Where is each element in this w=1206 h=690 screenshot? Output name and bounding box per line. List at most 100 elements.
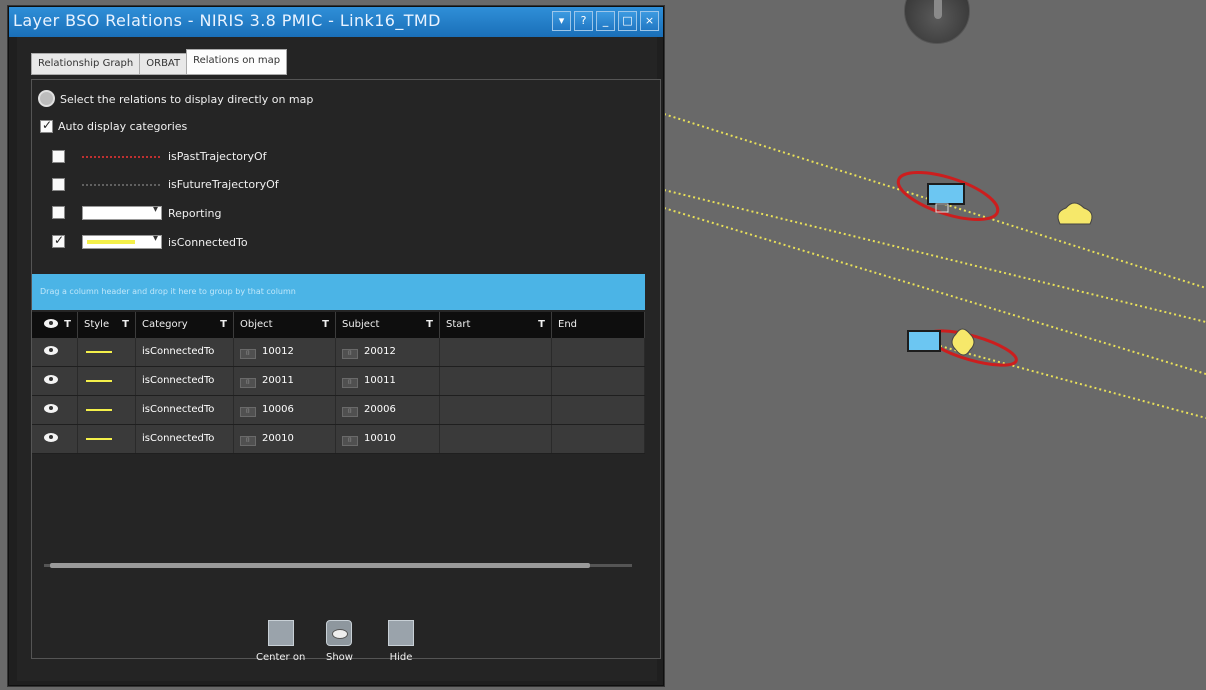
row-category-cell: isConnectedTo xyxy=(136,367,234,395)
select-relations-radio[interactable] xyxy=(38,90,55,107)
yellow-line-icon xyxy=(86,351,112,353)
row-object-value: 10006 xyxy=(262,404,294,415)
row-visibility-toggle[interactable] xyxy=(32,338,78,366)
column-visibility[interactable]: T xyxy=(32,312,78,338)
dotted-red-line-icon xyxy=(82,156,162,158)
window-controls: ▾ ? _ □ × xyxy=(552,11,659,31)
row-subject-cell: ⌷ 20006 xyxy=(336,396,440,424)
row-object-value: 20011 xyxy=(262,375,294,386)
style-dropdown-reporting[interactable] xyxy=(82,204,162,220)
action-bar: Center on Show Hide xyxy=(32,620,662,680)
table-row[interactable]: isConnectedTo ⌷ 10006 ⌷ 20006 xyxy=(32,396,645,425)
group-by-drop-zone[interactable]: Drag a column header and drop it here to… xyxy=(32,274,645,310)
filter-icon[interactable]: T xyxy=(322,312,329,338)
table-row[interactable]: isConnectedTo ⌷ 10012 ⌷ 20012 xyxy=(32,338,645,367)
category-checkbox-is-connected-to[interactable] xyxy=(52,233,65,248)
row-subject-cell: ⌷ 10011 xyxy=(336,367,440,395)
row-object-value: 10012 xyxy=(262,346,294,357)
dotted-grey-line-icon xyxy=(82,184,162,186)
category-label-future-trajectory: isFutureTrajectoryOf xyxy=(168,178,279,191)
unit-id-icon: ⌷ xyxy=(240,349,256,359)
row-subject-cell: ⌷ 10010 xyxy=(336,425,440,453)
screen: Layer BSO Relations - NIRIS 3.8 PMIC - L… xyxy=(0,0,1206,690)
unit-id-icon: ⌷ xyxy=(342,436,358,446)
relations-window: Layer BSO Relations - NIRIS 3.8 PMIC - L… xyxy=(8,6,664,686)
unknown-unit-marker-1[interactable] xyxy=(1057,202,1093,225)
row-start-cell xyxy=(440,338,552,366)
unit-id-icon: ⌷ xyxy=(342,407,358,417)
unit-id-icon: ⌷ xyxy=(240,407,256,417)
row-start-cell xyxy=(440,396,552,424)
row-visibility-toggle[interactable] xyxy=(32,396,78,424)
tab-strip: Relationship Graph ORBAT Relations on ma… xyxy=(31,49,288,75)
column-end-label: End xyxy=(558,319,578,330)
hide-label: Hide xyxy=(389,652,413,663)
row-category-cell: isConnectedTo xyxy=(136,338,234,366)
friendly-unit-marker-2[interactable] xyxy=(907,330,941,352)
filter-icon[interactable]: T xyxy=(122,312,129,338)
row-style-cell xyxy=(78,338,136,366)
category-label-reporting: Reporting xyxy=(168,207,222,220)
horizontal-scrollbar[interactable] xyxy=(36,560,640,570)
column-object[interactable]: Object T xyxy=(234,312,336,338)
eye-icon xyxy=(44,319,58,328)
tab-orbat[interactable]: ORBAT xyxy=(139,53,187,75)
column-subject-label: Subject xyxy=(342,319,380,330)
auto-display-label: Auto display categories xyxy=(58,120,188,133)
filter-icon[interactable]: T xyxy=(220,312,227,338)
row-object-cell: ⌷ 10006 xyxy=(234,396,336,424)
select-relations-label: Select the relations to display directly… xyxy=(60,93,314,106)
yellow-line-icon xyxy=(86,380,112,382)
center-on-button[interactable]: Center on xyxy=(256,620,305,663)
grid-header: T Style T Category T Object T Subject T Star… xyxy=(32,312,645,338)
show-eye-icon xyxy=(326,620,353,646)
row-visibility-toggle[interactable] xyxy=(32,425,78,453)
category-checkbox-past-trajectory[interactable] xyxy=(52,150,65,163)
row-start-cell xyxy=(440,425,552,453)
category-label-is-connected-to: isConnectedTo xyxy=(168,236,248,249)
filter-icon[interactable]: T xyxy=(538,312,545,338)
minimize-button[interactable]: _ xyxy=(596,11,615,31)
relation-line-4[interactable] xyxy=(939,345,1206,419)
help-button[interactable]: ? xyxy=(574,11,593,31)
column-end[interactable]: End xyxy=(552,312,645,338)
dropdown-menu-button[interactable]: ▾ xyxy=(552,11,571,31)
row-style-cell xyxy=(78,367,136,395)
category-checkbox-future-trajectory[interactable] xyxy=(52,178,65,191)
column-category[interactable]: Category T xyxy=(136,312,234,338)
row-object-cell: ⌷ 20010 xyxy=(234,425,336,453)
filter-icon[interactable]: T xyxy=(426,312,433,338)
column-start[interactable]: Start T xyxy=(440,312,552,338)
filter-icon[interactable]: T xyxy=(64,312,71,338)
row-end-cell xyxy=(552,338,645,366)
close-button[interactable]: × xyxy=(640,11,659,31)
auto-display-checkbox[interactable] xyxy=(40,118,53,133)
table-row[interactable]: isConnectedTo ⌷ 20010 ⌷ 10010 xyxy=(32,425,645,454)
row-category-cell: isConnectedTo xyxy=(136,396,234,424)
category-checkbox-reporting[interactable] xyxy=(52,206,65,219)
hide-button[interactable]: Hide xyxy=(388,620,414,663)
row-visibility-toggle[interactable] xyxy=(32,367,78,395)
title-bar[interactable]: Layer BSO Relations - NIRIS 3.8 PMIC - L… xyxy=(9,7,663,37)
tab-relations-on-map[interactable]: Relations on map xyxy=(186,49,288,75)
table-row[interactable]: isConnectedTo ⌷ 20011 ⌷ 10011 xyxy=(32,367,645,396)
row-style-cell xyxy=(78,396,136,424)
center-on-label: Center on xyxy=(256,652,306,663)
eye-icon xyxy=(44,433,58,442)
friendly-unit-marker-1[interactable] xyxy=(927,183,965,205)
compass-needle-icon xyxy=(934,0,942,19)
center-on-icon xyxy=(267,620,294,646)
style-dropdown-is-connected-to[interactable] xyxy=(82,233,162,249)
show-button[interactable]: Show xyxy=(326,620,353,663)
unit-id-icon: ⌷ xyxy=(240,436,256,446)
eye-icon xyxy=(44,375,58,384)
maximize-button[interactable]: □ xyxy=(618,11,637,31)
column-subject[interactable]: Subject T xyxy=(336,312,440,338)
row-subject-value: 10011 xyxy=(364,375,396,386)
scrollbar-thumb[interactable] xyxy=(50,563,590,568)
unit-id-icon: ⌷ xyxy=(342,349,358,359)
tab-relationship-graph[interactable]: Relationship Graph xyxy=(31,53,140,75)
row-end-cell xyxy=(552,425,645,453)
column-style[interactable]: Style T xyxy=(78,312,136,338)
row-subject-value: 20012 xyxy=(364,346,396,357)
